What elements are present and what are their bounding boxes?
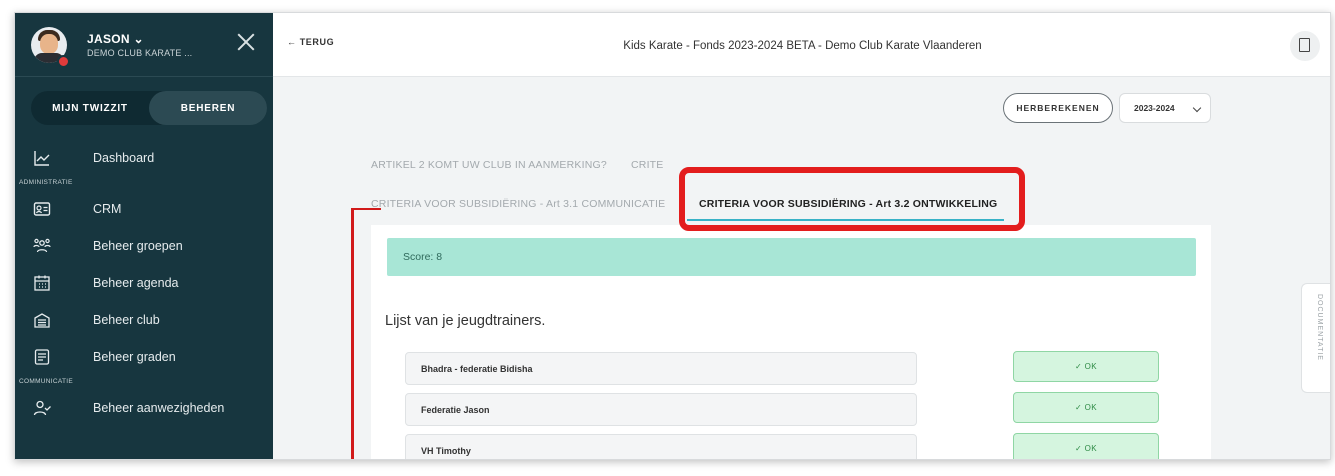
building-icon [34,312,50,328]
tab-beheren[interactable]: BEHEREN [149,91,267,125]
tab-art-3-1[interactable]: CRITERIA VOOR SUBSIDIËRING - Art 3.1 COM… [371,198,665,210]
sidebar-item-label: Beheer groepen [93,238,183,253]
trainer-row[interactable]: Federatie Jason [405,393,917,426]
user-check-icon [33,400,51,415]
sidebar-item-groepen[interactable]: Beheer groepen [15,227,273,264]
sidebar: JASON ⌄ DEMO CLUB KARATE ... MIJN TWIZZI… [15,13,273,459]
avatar-badge-icon [57,55,70,68]
calendar-icon [34,275,50,291]
sidebar-tabs: MIJN TWIZZIT BEHEREN [31,91,267,125]
top-bar: ← TERUG Kids Karate - Fonds 2023-2024 BE… [273,13,1330,77]
recalculate-button[interactable]: HERBEREKENEN [1003,93,1113,123]
content-card: Score: 8 Lijst van je jeugdtrainers. Bha… [371,225,1211,459]
score-banner: Score: 8 [387,238,1196,276]
chart-line-icon [34,150,50,166]
page-title: Kids Karate - Fonds 2023-2024 BETA - Dem… [623,40,982,52]
side-tab-label: DOCUMENTATIE [1316,294,1323,361]
sidebar-item-club[interactable]: Beheer club [15,301,273,338]
sidebar-item-aanwezigheden[interactable]: Beheer aanwezigheden [15,389,273,426]
user-name[interactable]: JASON ⌄ [87,32,192,46]
sidebar-item-dashboard[interactable]: Dashboard [15,139,273,176]
status-badge: ✓ OK [1013,351,1159,382]
sidebar-item-label: Beheer agenda [93,275,179,290]
nav-section-communicatie: COMMUNICATIE [19,378,74,385]
trainer-row[interactable]: Bhadra - federatie Bidisha [405,352,917,385]
annotation-callout-tick [351,208,381,210]
sidebar-header: JASON ⌄ DEMO CLUB KARATE ... [15,13,273,77]
sidebar-item-label: Beheer aanwezigheden [93,400,225,415]
document-download-icon [1299,38,1310,52]
year-select[interactable]: 2023-2024 [1119,93,1211,123]
sidebar-nav: Dashboard ADMINISTRATIE CRM Beheer groep… [15,139,273,426]
contact-card-icon [33,201,51,216]
users-group-icon [33,238,51,252]
sidebar-item-label: Beheer club [93,312,160,327]
tab-mijn-twizzit[interactable]: MIJN TWIZZIT [31,91,149,125]
nav-section-administratie: ADMINISTRATIE [19,179,73,186]
sidebar-item-agenda[interactable]: Beheer agenda [15,264,273,301]
checklist-icon [34,348,50,365]
status-badge: ✓ OK [1013,433,1159,459]
annotation-highlight-box [679,167,1025,231]
tab-artikel-2[interactable]: ARTIKEL 2 KOMT UW CLUB IN AANMERKING? [371,159,607,171]
export-document-button[interactable] [1290,31,1320,61]
sidebar-item-crm[interactable]: CRM [15,190,273,227]
status-badge: ✓ OK [1013,392,1159,423]
user-menu[interactable]: JASON ⌄ DEMO CLUB KARATE ... [87,32,192,58]
close-icon[interactable] [235,31,257,53]
trainer-row[interactable]: VH Timothy [405,434,917,459]
sidebar-item-label: CRM [93,201,122,216]
section-heading: Lijst van je jeugdtrainers. [385,313,546,329]
sidebar-item-graden[interactable]: Beheer graden [15,338,273,375]
tab-criteria-partial[interactable]: CRITE [631,159,664,171]
annotation-callout-line [351,208,354,459]
user-club: DEMO CLUB KARATE ... [87,47,193,58]
chevron-down-icon [1192,103,1202,113]
year-select-value: 2023-2024 [1134,103,1175,113]
sidebar-item-label: Beheer graden [93,349,176,364]
documentation-side-tab[interactable]: DOCUMENTATIE [1301,283,1330,393]
app-window: JASON ⌄ DEMO CLUB KARATE ... MIJN TWIZZI… [14,12,1331,460]
sidebar-item-label: Dashboard [93,150,155,165]
